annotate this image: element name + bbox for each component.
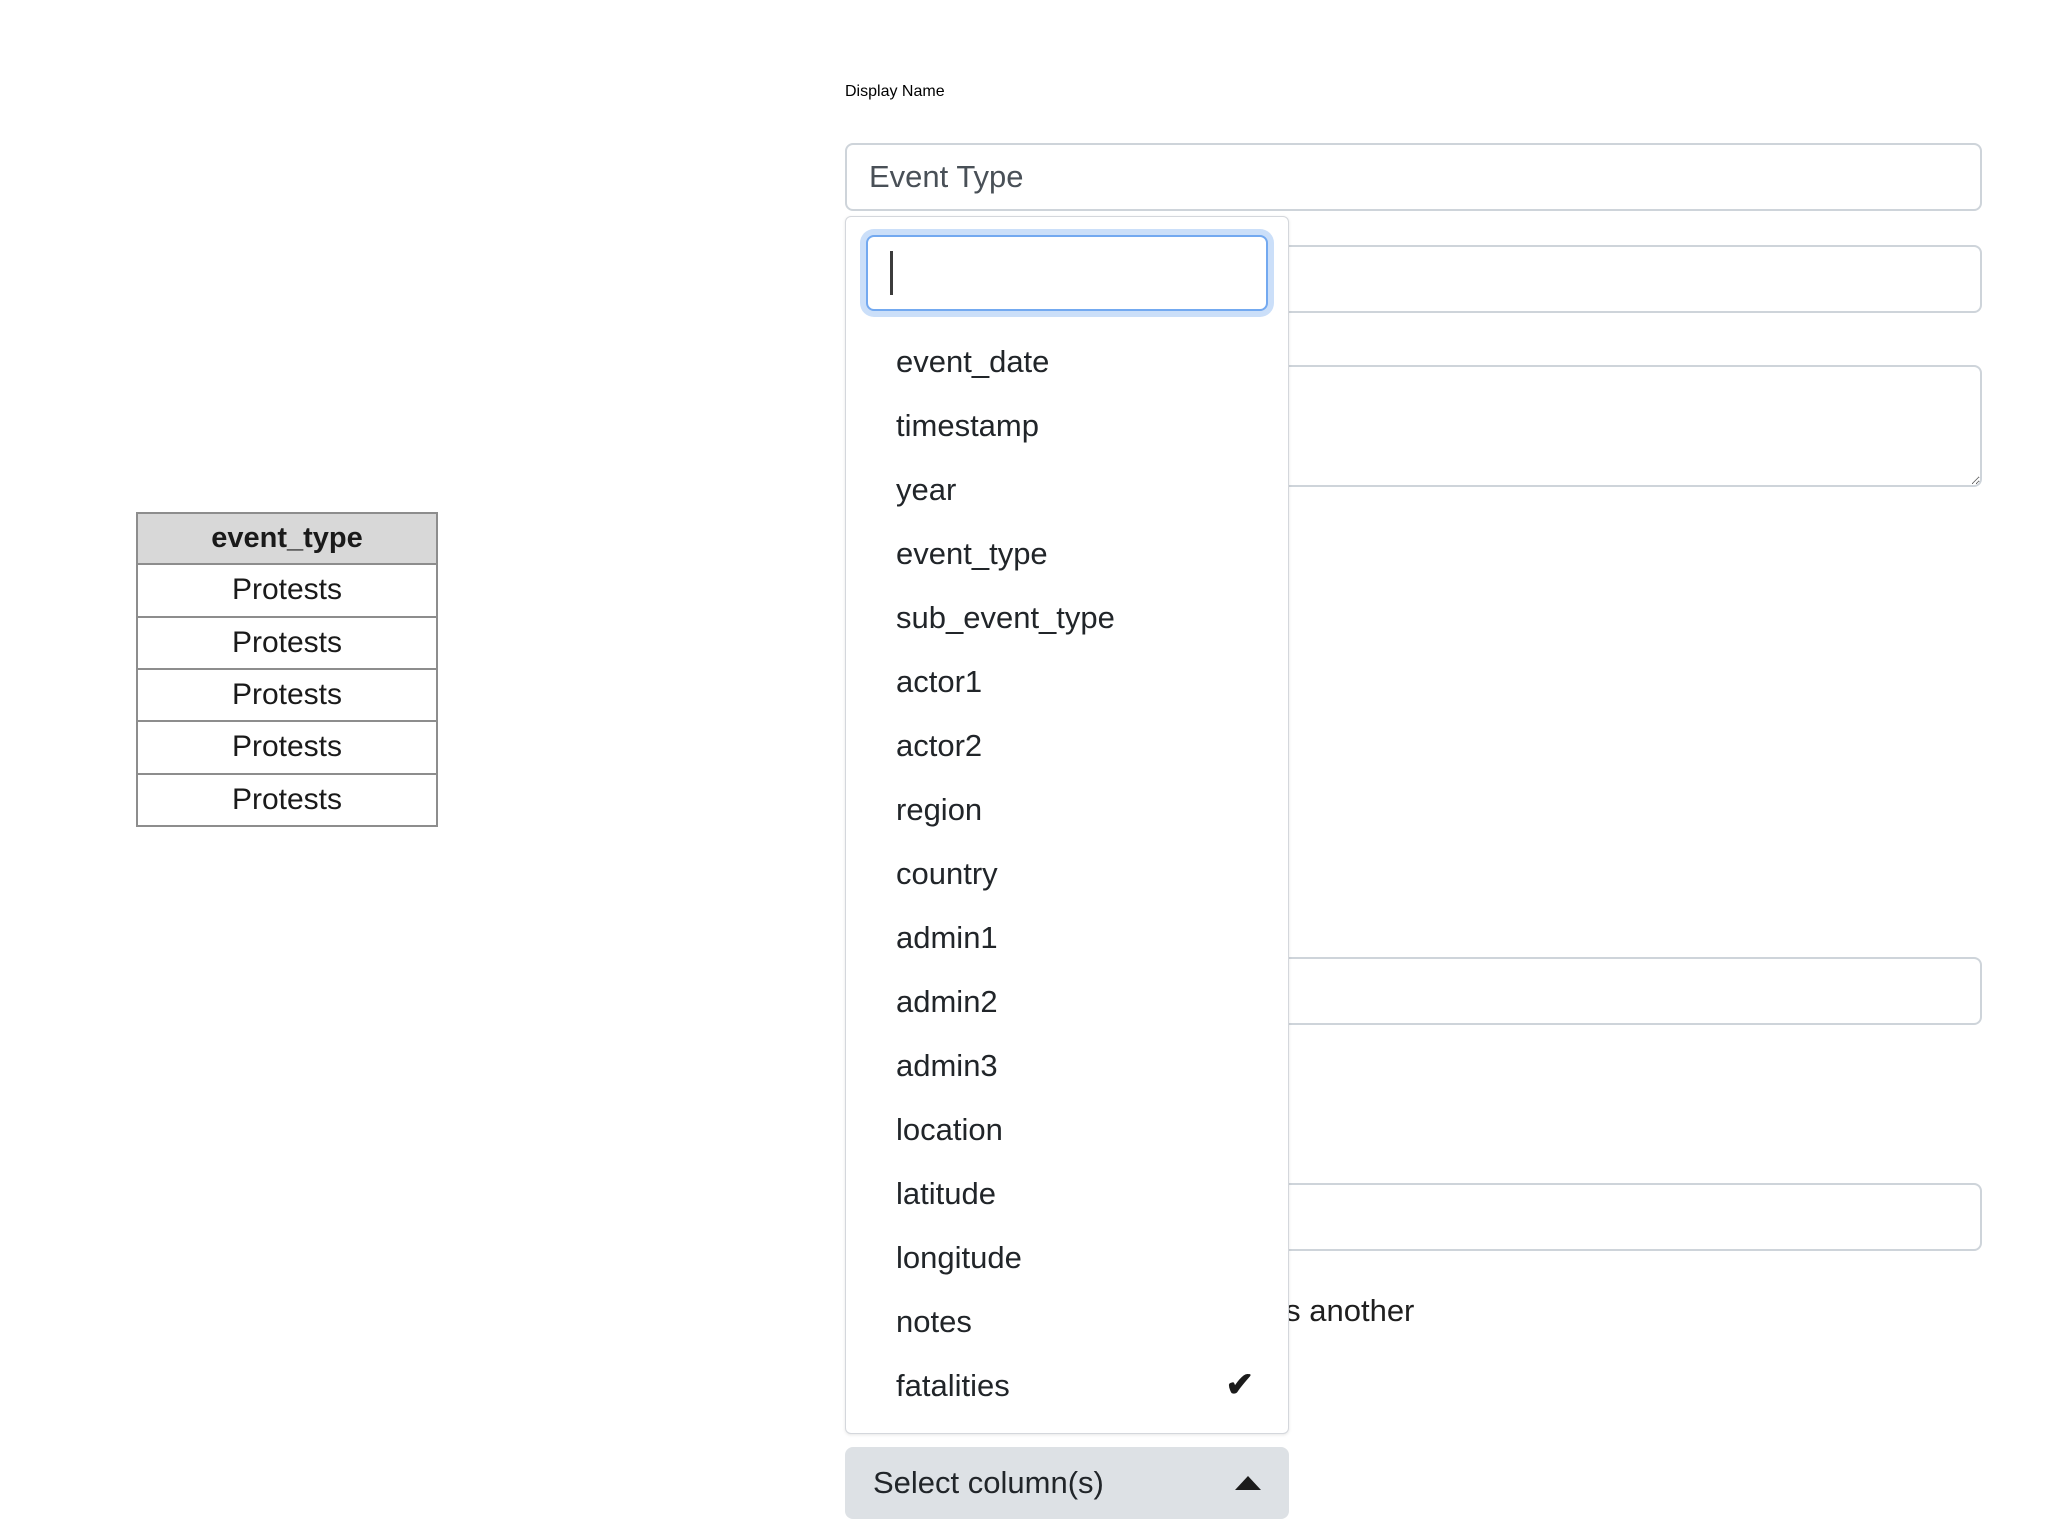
column-select-panel: event_date ✔ timestamp ✔ year ✔ event_ty… [845, 216, 1289, 1434]
column-option-actor2[interactable]: actor2 ✔ [846, 713, 1288, 777]
column-search-input[interactable] [866, 235, 1268, 311]
column-search-holder [866, 235, 1268, 311]
display-name-input[interactable] [845, 143, 1982, 211]
column-option-event-type[interactable]: event_type ✔ [846, 521, 1288, 585]
option-label: admin3 [896, 1047, 998, 1083]
column-option-list: event_date ✔ timestamp ✔ year ✔ event_ty… [846, 329, 1288, 1417]
option-label: event_date [896, 343, 1050, 379]
column-search-row [846, 235, 1288, 317]
column-option-admin3[interactable]: admin3 ✔ [846, 1033, 1288, 1097]
option-label: region [896, 791, 983, 827]
option-label: notes [896, 1303, 972, 1339]
select-columns-label: Select column(s) [873, 1465, 1104, 1500]
column-option-sub-event-type[interactable]: sub_event_type ✔ [846, 585, 1288, 649]
option-label: year [896, 471, 957, 507]
table-cell: Protests [136, 772, 438, 828]
column-option-notes[interactable]: notes ✔ [846, 1289, 1288, 1353]
table-row: Protests [136, 563, 438, 618]
table-cell: Protests [136, 720, 438, 775]
column-option-country[interactable]: country ✔ [846, 841, 1288, 905]
table-row: Protests [136, 772, 438, 828]
column-option-admin2[interactable]: admin2 ✔ [846, 969, 1288, 1033]
column-select-dropdown: event_date ✔ timestamp ✔ year ✔ event_ty… [845, 216, 1289, 1434]
option-label: country [896, 855, 998, 891]
option-label: latitude [896, 1175, 996, 1211]
chevron-up-icon [1235, 1476, 1261, 1490]
column-option-year[interactable]: year ✔ [846, 457, 1288, 521]
preview-table: event_type Protests Protests Protests Pr… [136, 511, 438, 828]
table-cell: Protests [136, 667, 438, 723]
column-option-latitude[interactable]: latitude ✔ [846, 1161, 1288, 1225]
option-label: actor2 [896, 727, 983, 763]
text-cursor-icon [890, 251, 893, 295]
column-option-admin1[interactable]: admin1 ✔ [846, 905, 1288, 969]
option-label: fatalities [896, 1367, 1010, 1403]
option-label: event_type [896, 535, 1048, 571]
table-row: Protests [136, 667, 438, 723]
column-option-longitude[interactable]: longitude ✔ [846, 1225, 1288, 1289]
preview-table-head: event_type [136, 511, 438, 566]
table-row: Protests [136, 615, 438, 670]
preview-table-body: Protests Protests Protests Protests Prot… [136, 563, 438, 828]
option-label: timestamp [896, 407, 1039, 443]
event-type-preview-table: event_type Protests Protests Protests Pr… [136, 511, 438, 828]
display-name-label: Display Name [845, 83, 945, 100]
column-header-event-type: event_type [136, 511, 438, 566]
option-label: location [896, 1111, 1003, 1147]
screen-root: event_type Protests Protests Protests Pr… [0, 0, 2072, 1528]
option-label: actor1 [896, 663, 983, 699]
option-label: admin2 [896, 983, 998, 1019]
column-option-region[interactable]: region ✔ [846, 777, 1288, 841]
option-label: sub_event_type [896, 599, 1115, 635]
table-header-row: event_type [136, 511, 438, 566]
option-label: admin1 [896, 919, 998, 955]
table-cell: Protests [136, 563, 438, 618]
column-option-actor1[interactable]: actor1 ✔ [846, 649, 1288, 713]
column-option-fatalities[interactable]: fatalities ✔ [846, 1353, 1288, 1417]
option-label: longitude [896, 1239, 1022, 1275]
table-row: Protests [136, 720, 438, 775]
column-option-location[interactable]: location ✔ [846, 1097, 1288, 1161]
table-cell: Protests [136, 615, 438, 670]
select-columns-toggle-button[interactable]: Select column(s) [845, 1447, 1289, 1519]
checkmark-icon: ✔ [1225, 1366, 1255, 1404]
column-option-event-date[interactable]: event_date ✔ [846, 329, 1288, 393]
column-option-timestamp[interactable]: timestamp ✔ [846, 393, 1288, 457]
